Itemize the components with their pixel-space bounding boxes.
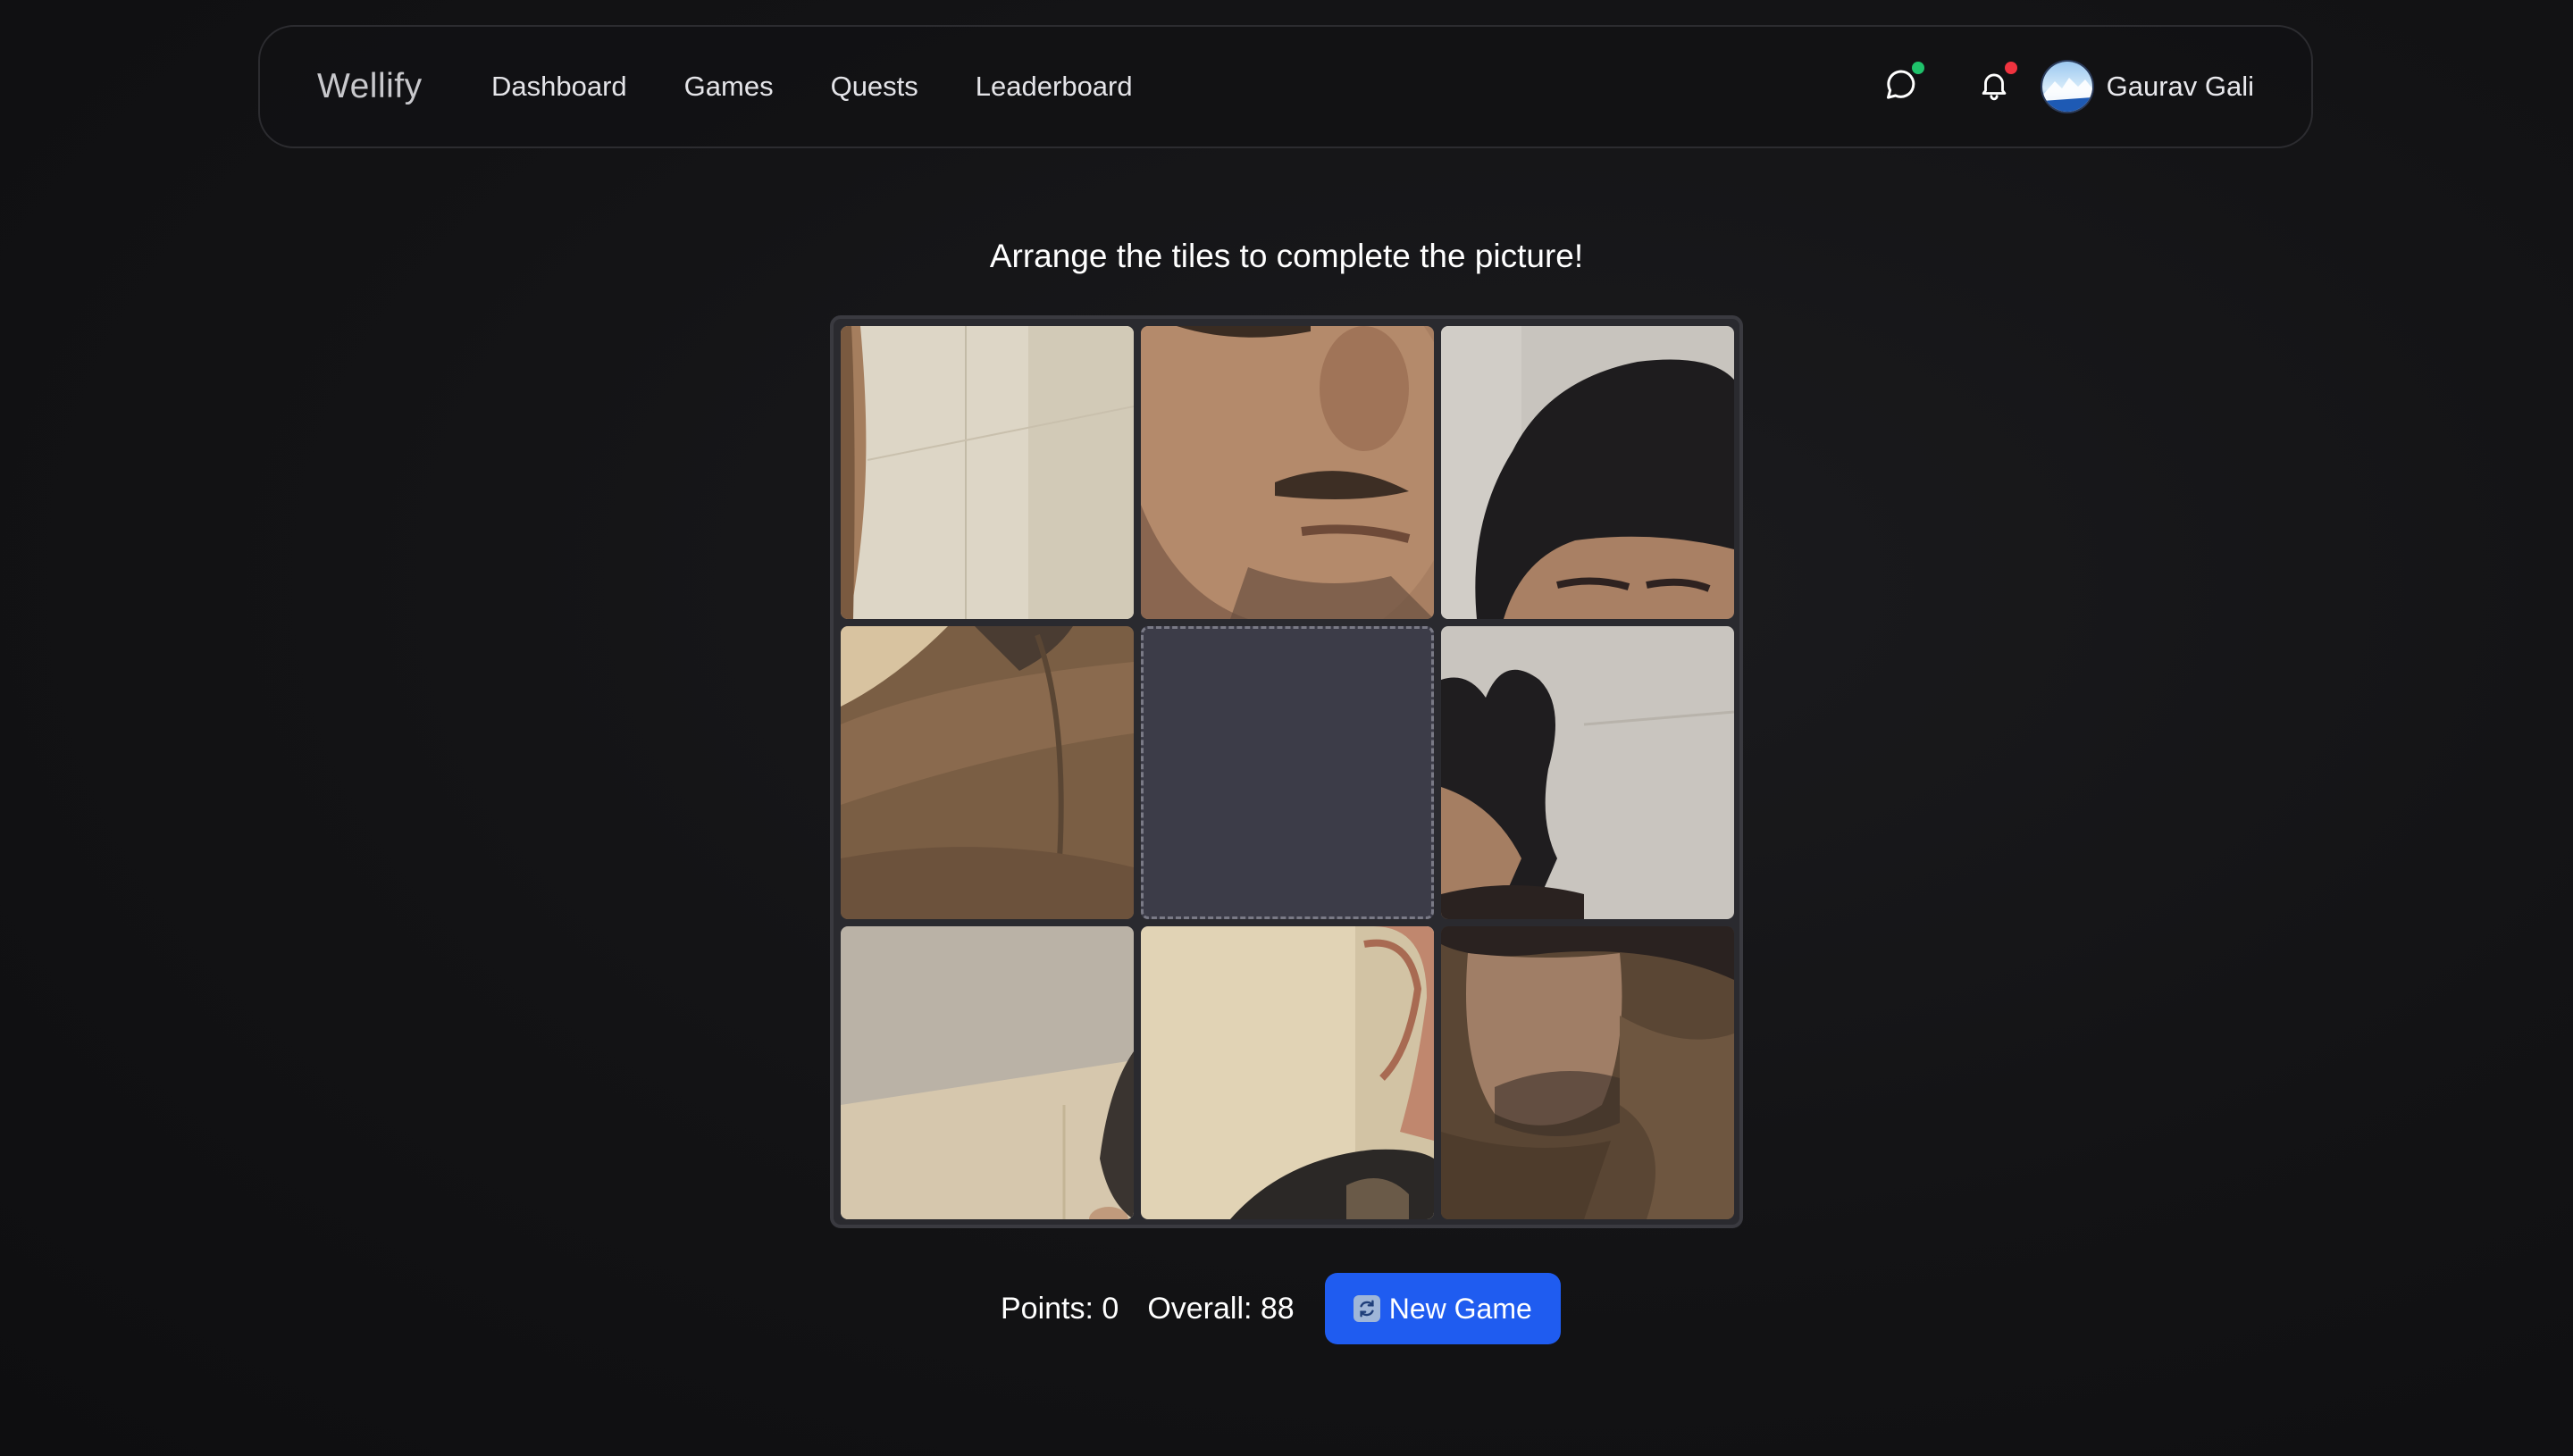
puzzle-board xyxy=(830,315,1743,1228)
puzzle-tile[interactable] xyxy=(1441,326,1734,619)
puzzle-tile[interactable] xyxy=(1441,926,1734,1219)
bell-icon xyxy=(1977,68,2011,106)
user-name[interactable]: Gaurav Gali xyxy=(2107,71,2254,103)
overall-score: Overall: 88 xyxy=(1147,1291,1295,1326)
puzzle-tile[interactable] xyxy=(1141,326,1434,619)
notifications-button[interactable] xyxy=(1973,62,2017,108)
chat-button[interactable] xyxy=(1880,62,1924,108)
puzzle-tile[interactable] xyxy=(841,326,1134,619)
brand-logo[interactable]: Wellify xyxy=(317,27,423,146)
nav-link-games[interactable]: Games xyxy=(684,71,774,103)
nav-link-dashboard[interactable]: Dashboard xyxy=(491,71,627,103)
game-instruction: Arrange the tiles to complete the pictur… xyxy=(989,238,1584,274)
game-stats: Points: 0 Overall: 88 New Game xyxy=(1001,1273,1561,1344)
points-counter: Points: 0 xyxy=(1001,1291,1119,1326)
nav-right-actions: Gaurav Gali xyxy=(1880,27,2254,146)
puzzle-tile[interactable] xyxy=(841,626,1134,919)
nav-links: Dashboard Games Quests Leaderboard xyxy=(491,27,1190,146)
new-game-label: New Game xyxy=(1388,1292,1532,1325)
notification-indicator xyxy=(2004,62,2017,74)
chat-online-indicator xyxy=(1911,62,1924,74)
new-game-button[interactable]: New Game xyxy=(1324,1273,1561,1344)
nav-link-quests[interactable]: Quests xyxy=(831,71,918,103)
refresh-icon xyxy=(1353,1295,1380,1322)
puzzle-tile[interactable] xyxy=(841,926,1134,1219)
nav-link-leaderboard[interactable]: Leaderboard xyxy=(976,71,1133,103)
top-navbar: Wellify Dashboard Games Quests Leaderboa… xyxy=(258,25,2313,148)
puzzle-tile[interactable] xyxy=(1441,626,1734,919)
avatar[interactable] xyxy=(2041,62,2092,112)
puzzle-tile[interactable] xyxy=(1141,926,1434,1219)
empty-tile-slot xyxy=(1141,626,1434,919)
